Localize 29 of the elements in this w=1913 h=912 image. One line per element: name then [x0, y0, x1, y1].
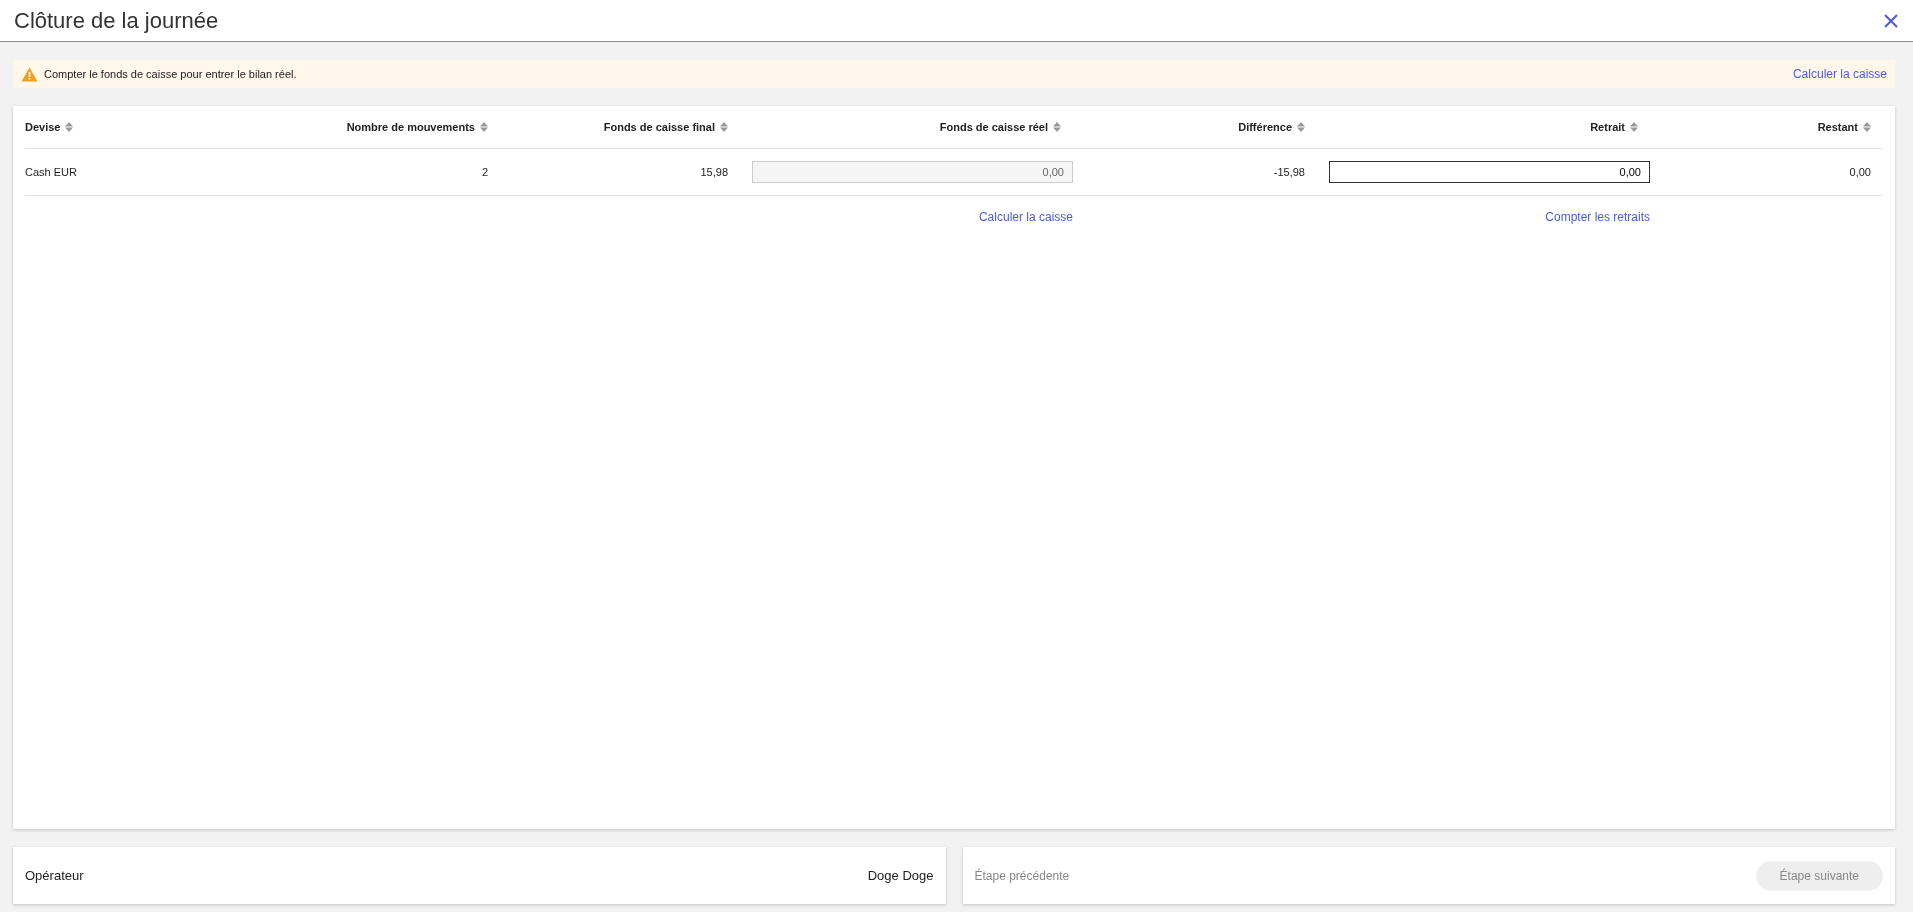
close-icon[interactable]: [1883, 12, 1899, 29]
sort-icon[interactable]: [1053, 122, 1061, 132]
table-cell: 15,98: [700, 166, 728, 178]
column-header[interactable]: Devise: [25, 121, 61, 133]
sort-icon[interactable]: [1630, 122, 1638, 132]
withdrawal-field[interactable]: 0,00: [1329, 161, 1650, 183]
column-header[interactable]: Différence: [1238, 121, 1292, 133]
window-title: Clôture de la journée: [14, 7, 219, 34]
count-withdrawals-link[interactable]: Compter les retraits: [1545, 210, 1650, 224]
sort-icon[interactable]: [65, 122, 74, 132]
sort-icon[interactable]: [1863, 122, 1871, 132]
table-cell: Cash EUR: [25, 166, 77, 178]
calculate-link[interactable]: Calculer la caisse: [1792, 67, 1887, 81]
calculate-link[interactable]: Calculer la caisse: [978, 210, 1073, 224]
column-header[interactable]: Fonds de caisse final: [603, 121, 715, 133]
sort-icon[interactable]: [720, 122, 728, 132]
sort-icon[interactable]: [1297, 122, 1305, 132]
operator-label: Opérateur: [25, 868, 84, 883]
warning-message: Compter le fonds de caisse pour entrer le bilan réel.: [44, 68, 297, 80]
sort-icon[interactable]: [480, 122, 488, 132]
table-cell: 2: [481, 166, 488, 178]
table-cell: 0,00: [1849, 166, 1871, 178]
warning-icon: [21, 66, 38, 82]
column-header[interactable]: Nombre de mouvements: [346, 121, 475, 133]
column-header[interactable]: Retrait: [1590, 121, 1625, 133]
operator-name: Doge Doge: [867, 868, 934, 883]
table-cell: -15,98: [1273, 166, 1305, 178]
column-header[interactable]: Restant: [1817, 121, 1858, 133]
column-header[interactable]: Fonds de caisse réel: [939, 121, 1048, 133]
